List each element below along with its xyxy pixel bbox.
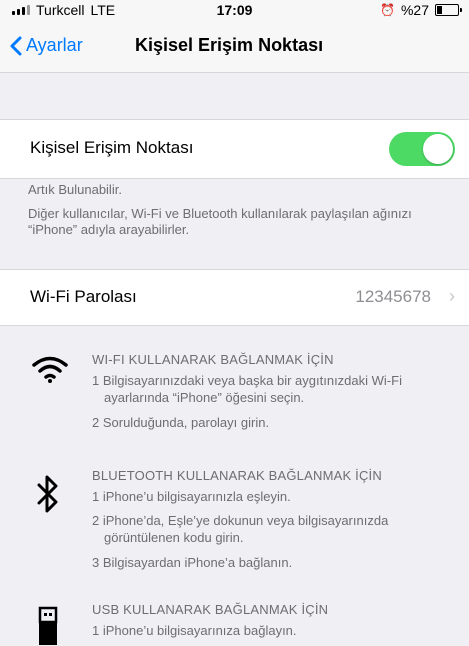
status-right: ⏰ %27 <box>380 2 462 18</box>
wifi-step-1: 1 Bilgisayarınızdaki veya başka bir aygı… <box>92 373 402 405</box>
hotspot-toggle[interactable] <box>389 132 455 166</box>
bluetooth-icon <box>37 475 58 513</box>
hotspot-description: Diğer kullanıcılar, Wi-Fi ve Bluetooth k… <box>28 206 412 237</box>
back-label: Ayarlar <box>26 35 83 55</box>
hotspot-toggle-row[interactable]: Kişisel Erişim Noktası <box>0 119 469 179</box>
chevron-left-icon <box>10 36 22 55</box>
toggle-knob <box>423 134 453 164</box>
wifi-icon <box>32 356 68 383</box>
chevron-right-icon: › <box>449 286 455 306</box>
page-title: Kişisel Erişim Noktası <box>135 35 324 55</box>
wifi-password-row[interactable]: Wi-Fi Parolası 12345678 › <box>0 269 469 326</box>
battery-icon <box>435 4 462 16</box>
wifi-step-2: 2 Sorulduğunda, parolayı girin. <box>92 415 270 430</box>
bluetooth-section-title: BLUETOOTH KULLANARAK BAĞLANMAK İÇİN <box>92 468 382 483</box>
back-button[interactable]: Ayarlar <box>10 35 83 56</box>
status-bar: Turkcell LTE 17:09 ⏰ %27 <box>0 0 469 20</box>
wifi-password-value: 12345678 <box>355 287 431 306</box>
alarm-icon: ⏰ <box>380 3 395 17</box>
bluetooth-step-2: 2 iPhone’da, Eşle’ye dokunun veya bilgis… <box>92 513 389 545</box>
battery-fill <box>437 6 442 14</box>
battery-percent: %27 <box>400 2 429 18</box>
bluetooth-step-3: 3 Bilgisayardan iPhone’a bağlanın. <box>92 555 293 570</box>
usb-section-title: USB KULLANARAK BAĞLANMAK İÇİN <box>92 602 329 617</box>
nav-bar: Ayarlar Kişisel Erişim Noktası <box>0 20 469 73</box>
bluetooth-step-1: 1 iPhone’u bilgisayarınızla eşleyin. <box>92 489 291 504</box>
hotspot-label: Kişisel Erişim Noktası <box>30 138 194 157</box>
wifi-section-title: WI-FI KULLANARAK BAĞLANMAK İÇİN <box>92 352 334 367</box>
usb-icon <box>38 606 58 645</box>
hotspot-status: Artık Bulunabilir. <box>28 182 122 197</box>
wifi-password-label: Wi-Fi Parolası <box>30 287 137 306</box>
battery-cap <box>460 8 462 12</box>
usb-step-1: 1 iPhone’u bilgisayarınıza bağlayın. <box>92 623 297 638</box>
